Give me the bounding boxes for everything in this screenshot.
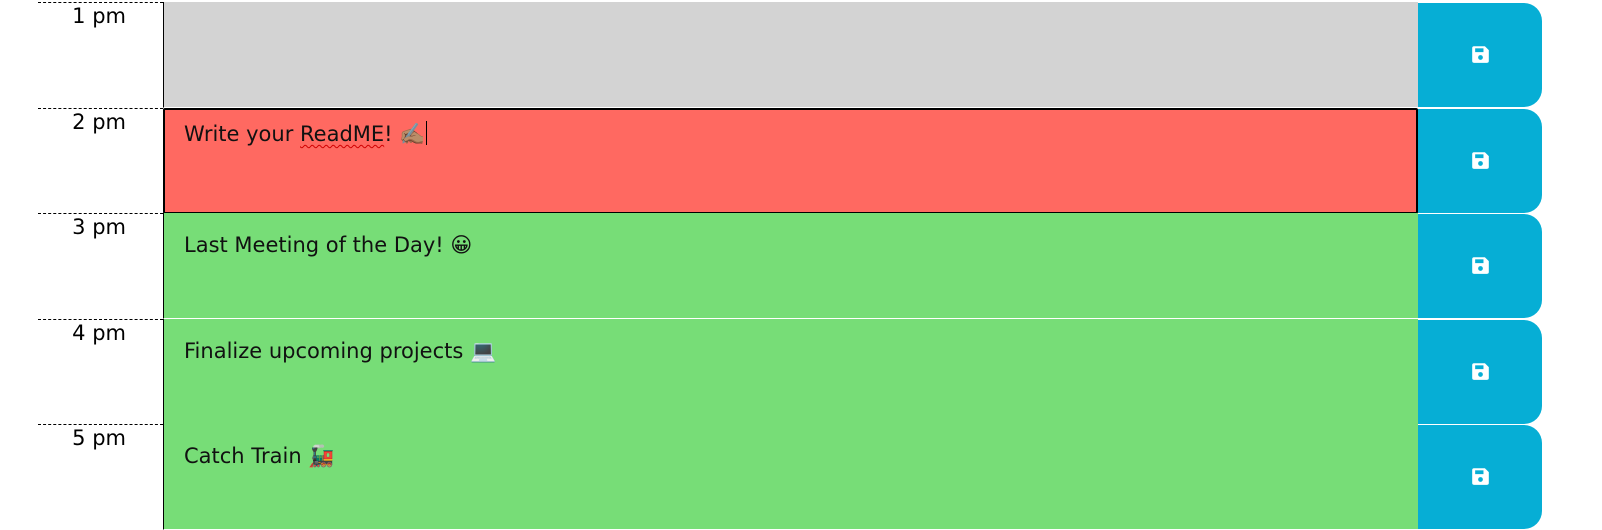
hour-column: 2 pm	[38, 108, 163, 214]
save-button[interactable]	[1418, 3, 1542, 107]
save-button[interactable]	[1418, 214, 1542, 318]
save-icon	[1472, 46, 1489, 63]
save-button[interactable]	[1418, 425, 1542, 529]
hour-label: 5 pm	[72, 426, 126, 450]
time-block-row: 4 pm Finalize upcoming projects 💻	[0, 319, 1602, 425]
hour-column: 1 pm	[38, 2, 163, 108]
misspelled-word: ReadME	[300, 122, 385, 146]
hour-column: 5 pm	[38, 424, 163, 530]
hour-column: 3 pm	[38, 213, 163, 319]
save-icon	[1472, 363, 1489, 380]
event-description-input[interactable]: Finalize upcoming projects 💻	[163, 319, 1418, 425]
event-description-input[interactable]: Last Meeting of the Day! 😀	[163, 213, 1418, 319]
event-text-end: ! ✍🏽	[384, 122, 426, 146]
event-description-input[interactable]: Catch Train 🚂	[163, 424, 1418, 530]
time-block-row: 1 pm	[0, 2, 1602, 108]
save-icon	[1472, 468, 1489, 485]
hour-label: 2 pm	[72, 110, 126, 134]
time-block-row: 5 pm Catch Train 🚂	[0, 424, 1602, 530]
save-button[interactable]	[1418, 320, 1542, 424]
save-icon	[1472, 257, 1489, 274]
hour-column: 4 pm	[38, 319, 163, 425]
text-caret	[426, 121, 428, 145]
save-button[interactable]	[1418, 109, 1542, 213]
hour-label: 1 pm	[72, 4, 126, 28]
event-description-input[interactable]: Write your ReadME! ✍🏽	[163, 108, 1418, 214]
scheduler: 1 pm 2 pm Write your ReadME! ✍🏽 3 pm Las…	[0, 0, 1602, 530]
event-text: Write your	[184, 122, 301, 146]
time-block-row: 3 pm Last Meeting of the Day! 😀	[0, 213, 1602, 319]
event-description-input[interactable]	[163, 2, 1418, 108]
save-icon	[1472, 152, 1489, 169]
hour-label: 4 pm	[72, 321, 126, 345]
hour-label: 3 pm	[72, 215, 126, 239]
time-block-row: 2 pm Write your ReadME! ✍🏽	[0, 108, 1602, 214]
